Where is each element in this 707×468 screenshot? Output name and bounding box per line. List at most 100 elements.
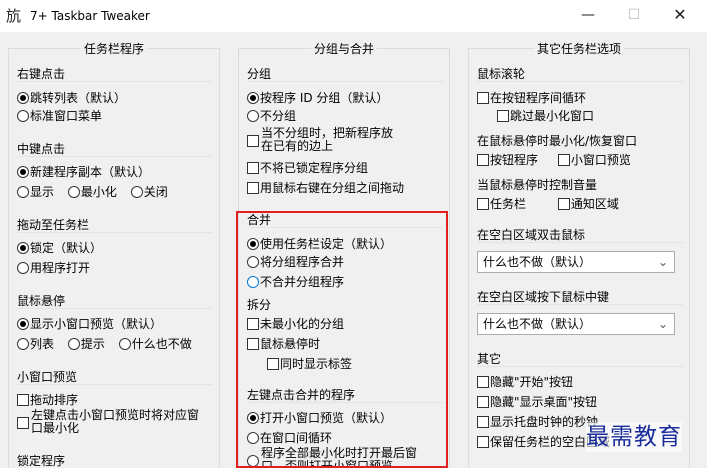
radio-button[interactable] [17,261,29,274]
radio-right-click-standard-menu[interactable]: 标准窗口菜单 [17,107,102,125]
hover-minimize-row: 按钮程序 小窗口预览 [477,151,641,169]
radio-button[interactable] [247,91,259,104]
radio-drag-open-with[interactable]: 用程序打开 [17,259,90,277]
group-title: 任务栏程序 [80,42,147,56]
radio-button[interactable] [130,185,143,198]
checkbox-hide-start[interactable]: 隐藏"开始"按钮 [477,373,573,391]
section-middle-click-empty: 在空白区域按下鼠标中键 [477,290,610,304]
chevron-down-icon: ⌄ [657,317,668,331]
section-hover-minimize: 在鼠标悬停时最小化/恢复窗口 [477,134,638,148]
radio-no-grouping[interactable]: 不分组 [247,107,296,125]
group-taskbar-programs: 任务栏程序 右键点击 跳转列表（默认） 标准窗口菜单 中键点击 新建程序副本（默… [8,42,220,468]
section-double-click: 在空白区域双击鼠标 [477,228,586,242]
checkbox-skip-minimized[interactable]: 跳过最小化窗口 [497,107,594,125]
divider [477,366,683,367]
checkbox-hover-thumbnails[interactable]: 小窗口预览 [557,151,631,169]
checkbox[interactable] [477,91,489,104]
highlight-box [236,211,448,468]
section-grouping: 分组 [247,67,272,81]
radio-hover-tooltip[interactable]: 提示 [67,335,105,353]
section-drag-to-taskbar: 拖动至任务栏 [17,218,90,232]
hover-options-row: 列表 提示 什么也不做 [17,335,202,353]
divider [477,304,683,305]
checkbox-right-drag-between-groups[interactable]: 用鼠标右键在分组之间拖动 [247,179,404,197]
divider [17,156,213,157]
radio-hover-thumbnail[interactable]: 显示小窗口预览（默认） [17,315,162,333]
checkbox-thumbnail-minimize[interactable]: 左键点击小窗口预览时将对应窗口最小化 [17,409,207,439]
checkbox[interactable] [477,153,489,166]
radio-button[interactable] [17,109,29,122]
close-button[interactable]: ✕ [657,0,703,32]
radio-button[interactable] [67,185,80,198]
divider [477,242,683,243]
double-click-dropdown[interactable]: 什么也不做（默认） ⌄ [477,251,675,273]
checkbox-wheel-cycle[interactable]: 在按钮程序间循环 [477,89,586,107]
radio-button[interactable] [17,337,29,350]
watermark: 最需教育 [586,422,682,452]
radio-middle-click-close[interactable]: 关闭 [130,183,168,201]
checkbox[interactable] [247,161,259,174]
group-title: 其它任务栏选项 [533,42,624,56]
checkbox[interactable] [17,417,29,429]
radio-middle-click-show[interactable]: 显示 [17,183,54,201]
section-hover: 鼠标悬停 [17,294,66,308]
divider [17,81,213,82]
group-other-taskbar-options: 其它任务栏选项 鼠标滚轮 在按钮程序间循环 跳过最小化窗口 在鼠标悬停时最小化/… [468,42,690,468]
radio-group-by-appid[interactable]: 按程序 ID 分组（默认） [247,89,388,107]
title-bar: 斻 7+ Taskbar Tweaker — ☐ ✕ [0,0,707,32]
checkbox[interactable] [477,197,489,210]
radio-button[interactable] [118,337,131,350]
maximize-button[interactable]: ☐ [611,0,657,32]
radio-button[interactable] [17,165,29,178]
radio-right-click-jumplist[interactable]: 跳转列表（默认） [17,89,126,107]
divider [477,81,683,82]
checkbox-show-seconds[interactable]: 显示托盘时钟的秒钟 [477,413,598,431]
radio-button[interactable] [67,337,80,350]
checkbox-new-next-to-existing[interactable]: 当不分组时，把新程序放在已有的边上 [247,127,397,157]
radio-hover-list[interactable]: 列表 [17,335,54,353]
divider [17,384,213,385]
window-title: 7+ Taskbar Tweaker [30,9,150,23]
checkbox-hover-buttons[interactable]: 按钮程序 [477,151,538,169]
checkbox[interactable] [17,393,29,406]
section-middle-click: 中键点击 [17,142,66,156]
checkbox[interactable] [247,181,259,194]
middle-click-dropdown[interactable]: 什么也不做（默认） ⌄ [477,313,675,335]
radio-button[interactable] [17,241,29,254]
radio-middle-click-new-instance[interactable]: 新建程序副本（默认） [17,163,150,181]
section-volume: 当鼠标悬停时控制音量 [477,178,598,192]
volume-row: 任务栏 通知区域 [477,195,629,213]
radio-middle-click-minimize[interactable]: 最小化 [67,183,117,201]
divider [247,81,443,82]
minimize-button[interactable]: — [565,0,611,32]
checkbox[interactable] [477,395,489,408]
section-thumbnail: 小窗口预览 [17,370,78,384]
checkbox[interactable] [557,197,570,210]
checkbox[interactable] [557,153,570,166]
checkbox-dont-group-pinned[interactable]: 不将已锁定程序分组 [247,159,368,177]
section-mouse-wheel: 鼠标滚轮 [477,67,526,81]
checkbox-volume-tray[interactable]: 通知区域 [557,195,619,213]
checkbox[interactable] [247,135,259,147]
checkbox[interactable] [477,435,489,448]
section-right-click: 右键点击 [17,67,66,81]
checkbox-drag-reorder[interactable]: 拖动排序 [17,391,78,409]
radio-hover-nothing[interactable]: 什么也不做 [118,335,192,353]
checkbox[interactable] [477,375,489,388]
divider [17,232,213,233]
checkbox-hide-show-desktop[interactable]: 隐藏"显示桌面"按钮 [477,393,597,411]
group-title: 分组与合并 [310,42,377,56]
section-pinned: 锁定程序 [17,454,66,468]
radio-button[interactable] [17,91,29,104]
checkbox[interactable] [477,415,489,428]
app-logo-icon: 斻 [6,7,22,25]
checkbox[interactable] [497,109,509,122]
divider [17,308,213,309]
checkbox-volume-taskbar[interactable]: 任务栏 [477,195,526,213]
radio-drag-pin[interactable]: 锁定（默认） [17,239,102,257]
radio-button[interactable] [17,185,29,198]
radio-button[interactable] [17,317,29,330]
section-other: 其它 [477,352,502,366]
radio-button[interactable] [247,109,259,122]
chevron-down-icon: ⌄ [657,255,668,269]
